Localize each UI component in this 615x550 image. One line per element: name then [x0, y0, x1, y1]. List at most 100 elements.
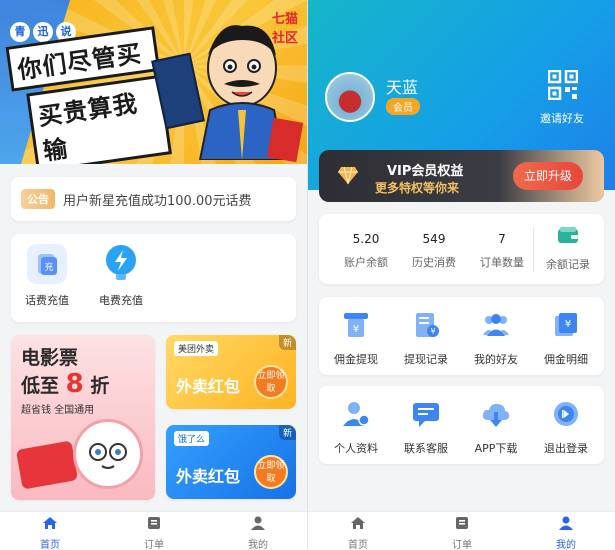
meituan-claim-button[interactable]: 立即领取	[254, 365, 288, 399]
menu-my-friends[interactable]: 我的好友	[461, 311, 531, 367]
svg-text:充: 充	[44, 261, 53, 273]
electric-recharge-label: 电费充值	[99, 294, 143, 307]
phone-bill-icon: 充	[27, 244, 67, 284]
vip-banner[interactable]: VIP会员权益 更多特权等你来 立即升级	[319, 150, 604, 202]
menu-profile[interactable]: 个人资料	[321, 400, 391, 456]
menu-commission-detail[interactable]: ¥ 佣金明细	[531, 311, 601, 367]
tab-mine[interactable]: 我的	[536, 516, 596, 550]
tab-label: 订单	[452, 540, 472, 550]
notice-text: 用户新星充值成功100.00元话费	[63, 193, 252, 209]
movie-promo-title: 电影票	[21, 347, 79, 369]
menu-label: APP下载	[474, 442, 518, 455]
chat-icon	[413, 403, 439, 427]
stat-value: 549	[422, 232, 446, 246]
home-icon	[351, 517, 365, 529]
menu-label: 佣金明细	[544, 353, 588, 366]
tab-mine[interactable]: 我的	[228, 516, 288, 550]
stat-label: 历史消费	[412, 256, 456, 269]
notice-tag: 公告	[21, 189, 55, 209]
record-icon: ¥	[416, 313, 439, 337]
menu-app-download[interactable]: APP下载	[461, 400, 531, 456]
menu-withdraw[interactable]: ¥ 佣金提现	[321, 311, 391, 367]
menu-label: 个人资料	[334, 442, 378, 455]
brand-char: 青	[10, 22, 30, 42]
home-screen: 青 迅 说 你们尽管买 买贵算我输 七猫社区 公告 用户新星充值成功100.00…	[0, 0, 307, 550]
lightning-icon	[101, 244, 141, 284]
banner-pagination	[130, 146, 155, 151]
menu-label: 退出登录	[544, 442, 588, 455]
logout-icon	[554, 402, 578, 426]
diamond-icon	[338, 166, 358, 185]
eleme-coupon-promo[interactable]: 饿了么 新 外卖红包 立即领取	[166, 425, 296, 499]
user-icon	[559, 516, 573, 530]
cat-mascot-illustration	[73, 419, 143, 489]
wallet-icon	[558, 227, 578, 243]
tab-label: 我的	[248, 540, 268, 550]
order-icon	[456, 517, 468, 529]
menu-label: 联系客服	[404, 442, 448, 455]
menu-logout[interactable]: 退出登录	[531, 400, 601, 456]
bottom-tab-bar: 首页 订单 我的	[308, 511, 615, 550]
banner-dot	[140, 146, 145, 151]
stat-value: 5.20	[352, 232, 380, 246]
tab-home[interactable]: 首页	[20, 516, 80, 550]
stat-value: 7	[498, 232, 506, 246]
home-icon	[43, 517, 57, 529]
profile-screen: 天蓝 会员 邀请好友 VIP会员权益 更多特权等你来 立即升级 5.20 账户余…	[308, 0, 615, 550]
tab-label: 我的	[556, 540, 576, 550]
eleme-claim-button[interactable]: 立即领取	[254, 455, 288, 489]
tab-home[interactable]: 首页	[328, 516, 388, 550]
upgrade-button[interactable]: 立即升级	[513, 162, 583, 190]
friends-icon	[483, 314, 509, 336]
movie-promo-subtitle: 超省钱 全国通用	[21, 405, 95, 416]
account-stats-card: 5.20 账户余额 549 历史消费 7 订单数量 余额记录	[319, 214, 604, 284]
brand-char: 迅	[33, 22, 53, 42]
user-icon	[251, 516, 265, 530]
stat-history[interactable]: 549 历史消费	[399, 232, 469, 270]
red-envelope-illustration	[15, 440, 79, 490]
movie-ticket-promo[interactable]: 电影票 低至 8 折 超省钱 全国通用	[11, 335, 155, 500]
stat-balance[interactable]: 5.20 账户余额	[331, 232, 401, 270]
promo-banner[interactable]: 青 迅 说 你们尽管买 买贵算我输	[0, 0, 307, 164]
stat-label: 余额记录	[546, 258, 590, 271]
screen: 青 迅 说 你们尽管买 买贵算我输 七猫社区 公告 用户新星充值成功100.00…	[0, 0, 615, 550]
user-name: 天蓝	[386, 78, 419, 97]
menu-customer-service[interactable]: 联系客服	[391, 400, 461, 456]
meituan-brand-label: 美团外卖	[174, 341, 219, 356]
avatar[interactable]	[325, 72, 375, 122]
tab-orders[interactable]: 订单	[124, 516, 184, 550]
electric-recharge-button[interactable]: 电费充值	[89, 244, 153, 308]
notice-bar[interactable]: 公告 用户新星充值成功100.00元话费	[11, 177, 296, 221]
tab-label: 首页	[348, 540, 368, 550]
eleme-promo-title: 外卖红包	[176, 467, 241, 486]
discount-number: 8	[65, 369, 84, 399]
svg-text:¥: ¥	[430, 327, 435, 336]
stat-label: 订单数量	[480, 256, 524, 269]
banner-dot	[130, 146, 135, 151]
stat-orders[interactable]: 7 订单数量	[467, 232, 537, 270]
qr-code-icon[interactable]	[548, 70, 578, 100]
meituan-coupon-promo[interactable]: 美团外卖 新 外卖红包 立即领取	[166, 335, 296, 409]
movie-promo-discount: 低至 8 折	[21, 369, 109, 399]
meituan-promo-title: 外卖红包	[176, 377, 241, 396]
stat-label: 账户余额	[344, 256, 388, 269]
menu-label: 我的好友	[474, 353, 518, 366]
menu-withdraw-records[interactable]: ¥ 提现记录	[391, 311, 461, 367]
discount-prefix: 低至	[21, 375, 60, 397]
phone-recharge-label: 话费充值	[25, 294, 69, 307]
tab-orders[interactable]: 订单	[432, 516, 492, 550]
eleme-brand-label: 饿了么	[174, 431, 210, 446]
phone-recharge-button[interactable]: 充 话费充值	[15, 244, 79, 308]
discount-suffix: 折	[90, 375, 110, 397]
watermark-text: 七猫社区	[272, 12, 299, 46]
account-menu-card: 个人资料 联系客服 APP下载 退出登录	[319, 386, 604, 464]
vip-subtitle: 更多特权等你来	[375, 181, 460, 195]
banner-dot	[150, 146, 155, 151]
commission-menu-card: ¥ 佣金提现 ¥ 提现记录 我的好友 ¥ 佣金明细	[319, 297, 604, 375]
menu-label: 提现记录	[404, 353, 448, 366]
svg-text:¥: ¥	[353, 324, 359, 335]
invite-friends-label[interactable]: 邀请好友	[540, 110, 584, 126]
banner-slogan: 你们尽管买 买贵算我输	[5, 26, 172, 164]
balance-record-button[interactable]: 余额记录	[533, 226, 603, 272]
profile-icon	[343, 402, 370, 426]
